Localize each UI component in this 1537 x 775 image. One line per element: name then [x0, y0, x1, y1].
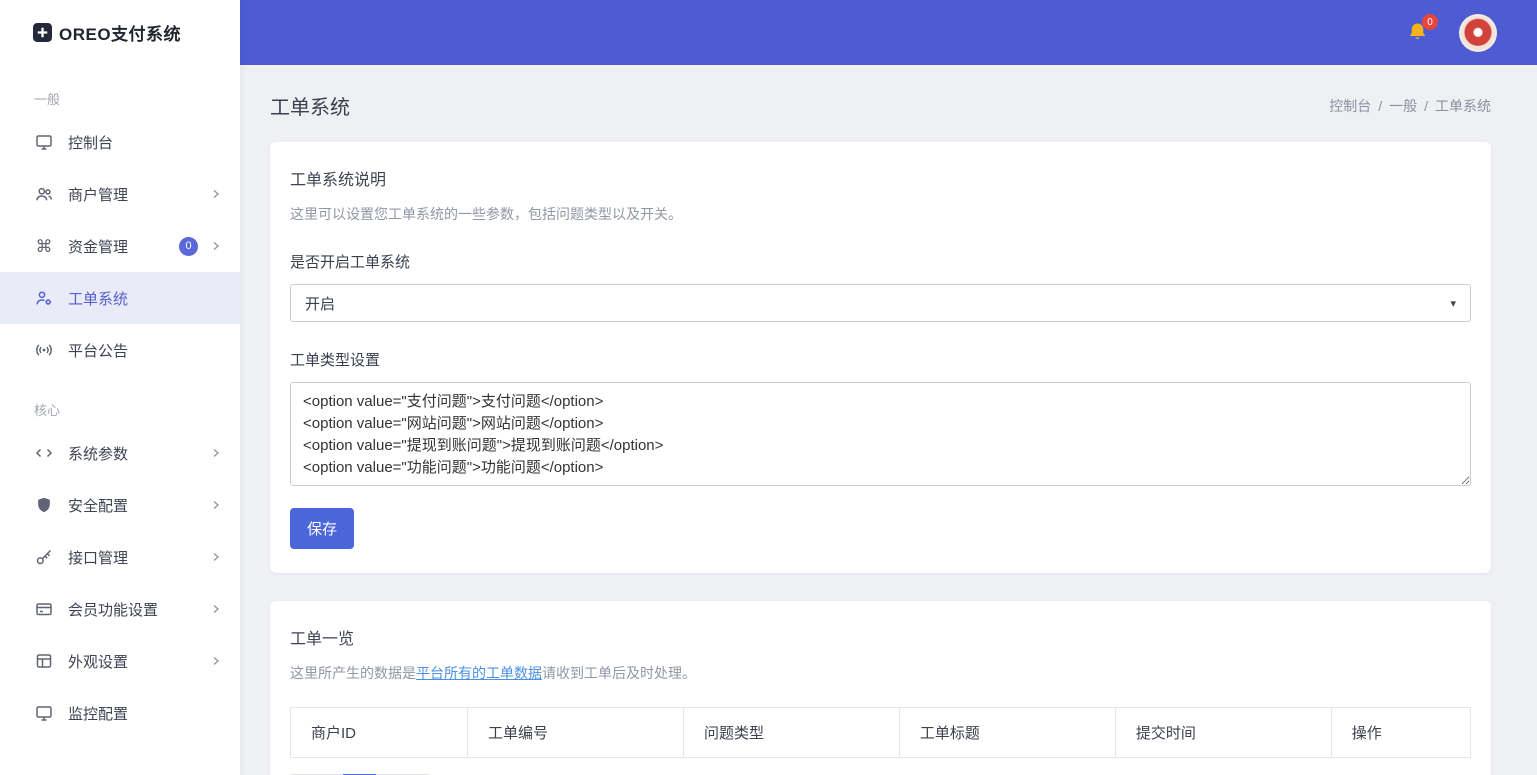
- funds-count-badge: 0: [179, 237, 198, 256]
- sidebar-item-api[interactable]: 接口管理: [0, 531, 240, 583]
- tickets-description-suffix: 请收到工单后及时处理。: [542, 665, 696, 681]
- sidebar-item-tickets[interactable]: 工单系统: [0, 272, 240, 324]
- app-logo: OREO支付系统: [0, 0, 240, 65]
- sidebar-item-label: 外观设置: [68, 651, 210, 672]
- chevron-right-icon: [210, 499, 222, 511]
- app-title: OREO支付系统: [59, 20, 181, 45]
- sidebar-item-security[interactable]: 安全配置: [0, 479, 240, 531]
- notifications-button[interactable]: 0: [1406, 21, 1429, 44]
- sidebar-item-label: 接口管理: [68, 547, 210, 568]
- user-avatar[interactable]: [1459, 14, 1497, 52]
- page-title: 工单系统: [270, 91, 350, 120]
- breadcrumb-separator: /: [1424, 98, 1428, 114]
- code-icon: [34, 444, 54, 462]
- broadcast-icon: [34, 341, 54, 359]
- sidebar-item-console[interactable]: 控制台: [0, 116, 240, 168]
- sidebar-item-label: 资金管理: [68, 236, 179, 257]
- shield-icon: [34, 496, 54, 514]
- sidebar-item-merchants[interactable]: 商户管理: [0, 168, 240, 220]
- column-header-ticket-title: 工单标题: [899, 708, 1115, 758]
- sidebar-item-label: 控制台: [68, 132, 222, 153]
- ticket-settings-card: 工单系统说明 这里可以设置您工单系统的一些参数，包括问题类型以及开关。 是否开启…: [270, 142, 1491, 573]
- ticket-types-textarea[interactable]: <option value="支付问题">支付问题</option> <opti…: [290, 382, 1471, 486]
- breadcrumb-console[interactable]: 控制台: [1329, 96, 1371, 116]
- ticket-enable-label: 是否开启工单系统: [290, 251, 1471, 272]
- sidebar-section-core: 核心: [0, 376, 240, 427]
- notification-count-badge: 0: [1422, 14, 1438, 30]
- column-header-submit-time: 提交时间: [1115, 708, 1331, 758]
- app-layout: OREO支付系统 一般 控制台 商户管理 ⌘ 资金管理 0: [0, 0, 1537, 775]
- chevron-right-icon: [210, 551, 222, 563]
- column-header-issue-type: 问题类型: [683, 708, 899, 758]
- breadcrumb-separator: /: [1378, 98, 1382, 114]
- sidebar-item-label: 监控配置: [68, 703, 222, 724]
- breadcrumb: 控制台 / 一般 / 工单系统: [1329, 96, 1491, 116]
- sidebar: OREO支付系统 一般 控制台 商户管理 ⌘ 资金管理 0: [0, 0, 240, 775]
- ticket-list-card: 工单一览 这里所产生的数据是平台所有的工单数据请收到工单后及时处理。 商户ID …: [270, 601, 1491, 775]
- sidebar-item-system-params[interactable]: 系统参数: [0, 427, 240, 479]
- sidebar-item-label: 安全配置: [68, 495, 210, 516]
- ticket-types-label: 工单类型设置: [290, 349, 1471, 370]
- page-content: 工单系统 控制台 / 一般 / 工单系统 工单系统说明 这里可以设置您工单系统的…: [240, 65, 1537, 775]
- sidebar-item-member-settings[interactable]: 会员功能设置: [0, 583, 240, 635]
- chevron-right-icon: [210, 240, 222, 252]
- save-button[interactable]: 保存: [290, 508, 354, 549]
- breadcrumb-general[interactable]: 一般: [1389, 96, 1417, 116]
- page-header: 工单系统 控制台 / 一般 / 工单系统: [270, 91, 1491, 120]
- sidebar-item-label: 系统参数: [68, 443, 210, 464]
- chevron-right-icon: [210, 655, 222, 667]
- chevron-right-icon: [210, 188, 222, 200]
- sidebar-item-monitoring[interactable]: 监控配置: [0, 687, 240, 739]
- settings-card-title: 工单系统说明: [290, 166, 1471, 190]
- tickets-table-header-row: 商户ID 工单编号 问题类型 工单标题 提交时间 操作: [291, 708, 1471, 758]
- tickets-table: 商户ID 工单编号 问题类型 工单标题 提交时间 操作: [290, 707, 1471, 758]
- key-icon: [34, 548, 54, 566]
- topbar: 0: [240, 0, 1537, 65]
- tickets-card-description: 这里所产生的数据是平台所有的工单数据请收到工单后及时处理。: [290, 663, 1471, 683]
- chevron-right-icon: [210, 603, 222, 615]
- sidebar-item-appearance[interactable]: 外观设置: [0, 635, 240, 687]
- sidebar-item-label: 工单系统: [68, 288, 222, 309]
- app-logo-icon: [33, 23, 52, 42]
- card-icon: [34, 600, 54, 618]
- main-area: 0 工单系统 控制台 / 一般 / 工单系统 工单系统说明 这里可以设置您工单系…: [240, 0, 1537, 775]
- layout-icon: [34, 652, 54, 670]
- all-tickets-link[interactable]: 平台所有的工单数据: [416, 665, 542, 681]
- user-gear-icon: [34, 289, 54, 307]
- command-icon: ⌘: [34, 238, 54, 255]
- sidebar-item-label: 平台公告: [68, 340, 222, 361]
- settings-card-description: 这里可以设置您工单系统的一些参数，包括问题类型以及开关。: [290, 204, 1471, 224]
- tickets-card-title: 工单一览: [290, 625, 1471, 649]
- chevron-right-icon: [210, 447, 222, 459]
- column-header-ticket-no: 工单编号: [468, 708, 684, 758]
- sidebar-item-label: 商户管理: [68, 184, 210, 205]
- sidebar-item-funds[interactable]: ⌘ 资金管理 0: [0, 220, 240, 272]
- column-header-actions: 操作: [1331, 708, 1470, 758]
- ticket-enable-select[interactable]: 开启 ▾: [290, 284, 1471, 322]
- column-header-merchant-id: 商户ID: [291, 708, 468, 758]
- sidebar-item-announcements[interactable]: 平台公告: [0, 324, 240, 376]
- tickets-description-prefix: 这里所产生的数据是: [290, 665, 416, 681]
- users-icon: [34, 185, 54, 203]
- monitor-icon: [34, 133, 54, 151]
- ticket-enable-value: 开启: [305, 293, 335, 314]
- sidebar-section-general: 一般: [0, 65, 240, 116]
- breadcrumb-current: 工单系统: [1435, 96, 1491, 116]
- select-caret-icon: ▾: [1450, 297, 1456, 310]
- monitor-icon: [34, 704, 54, 722]
- sidebar-item-label: 会员功能设置: [68, 599, 210, 620]
